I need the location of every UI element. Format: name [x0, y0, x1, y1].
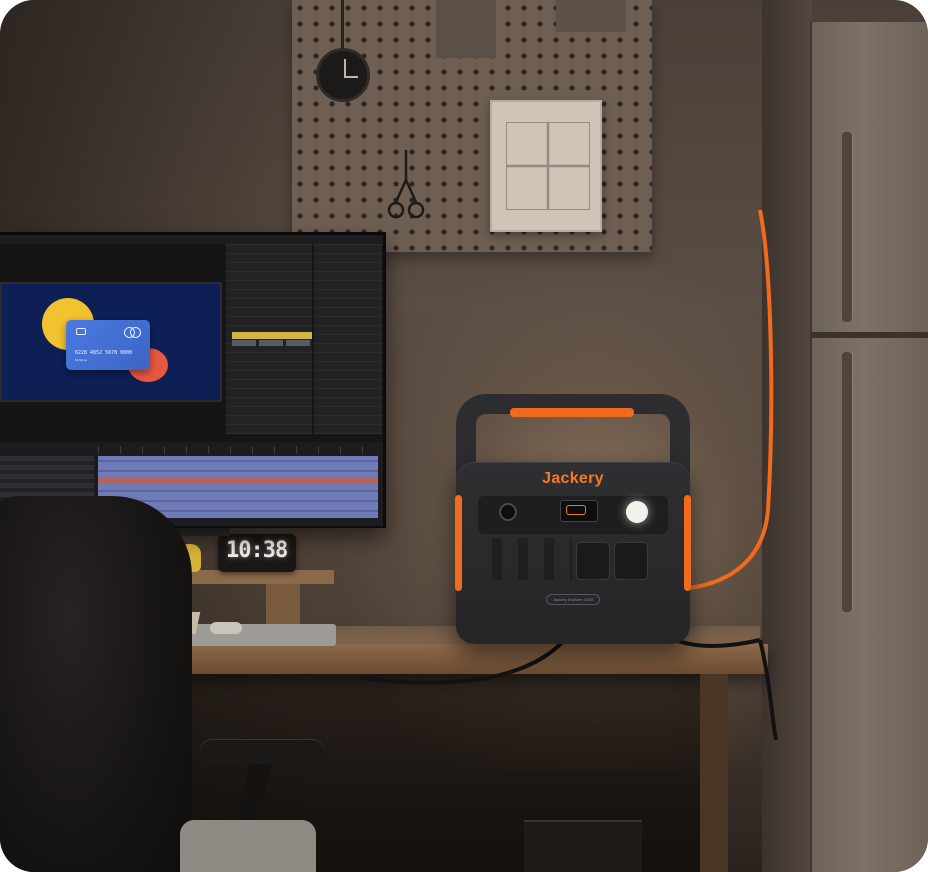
- sketch-frame: [490, 100, 602, 232]
- storage-bin: [524, 820, 642, 872]
- clock-hook: [341, 0, 344, 50]
- pegboard-box: [436, 0, 496, 58]
- computer-mouse: [210, 622, 242, 634]
- mouse-pad: [176, 624, 336, 646]
- handle-grip: [510, 408, 634, 417]
- panel-highlight-bar: [232, 332, 312, 339]
- monitor-riser-leg: [266, 584, 300, 628]
- pegboard-shelf: [556, 0, 626, 32]
- power-button-icon: [499, 503, 517, 521]
- panel-buttons: [232, 340, 312, 346]
- battery-glyph: [566, 505, 586, 515]
- card-holder: Mr.Name: [75, 358, 88, 362]
- panel-divider: [312, 244, 314, 434]
- office-chair-back: [0, 496, 192, 872]
- ac-outlet-icon: [576, 542, 610, 580]
- fridge-handle-bottom: [842, 352, 852, 612]
- alarm-clock-time: 10:38: [226, 538, 288, 563]
- chair-seat: [180, 820, 316, 872]
- scissors-icon: [387, 150, 425, 219]
- card-number: 6228 4852 5678 0000: [75, 350, 133, 356]
- desk-scene-photo: 10:38 6228 4852 5678 0000 Mr.Name Jacker…: [0, 0, 928, 872]
- card-brand-icon: [124, 327, 141, 338]
- orange-power-cable: [690, 210, 774, 590]
- fridge-handle-top: [842, 132, 852, 322]
- side-bumper-right: [684, 495, 691, 591]
- usb-ports: [492, 538, 572, 580]
- chair-armrest: [200, 740, 324, 764]
- brand-logo: Jackery: [542, 470, 604, 487]
- timeline-selected-track: [98, 478, 378, 483]
- model-label: Jackery Explorer 1000: [546, 594, 600, 605]
- refrigerator: [810, 22, 928, 872]
- timeline-ruler: [98, 446, 378, 454]
- ac-outlet-icon: [614, 542, 648, 580]
- editor-properties-panel: [226, 244, 382, 434]
- editor-menubar: [0, 235, 383, 244]
- wall-clock-icon: [316, 48, 370, 102]
- led-light-icon: [626, 501, 648, 523]
- card-contactless-icon: [76, 328, 86, 335]
- side-bumper-left: [455, 495, 462, 591]
